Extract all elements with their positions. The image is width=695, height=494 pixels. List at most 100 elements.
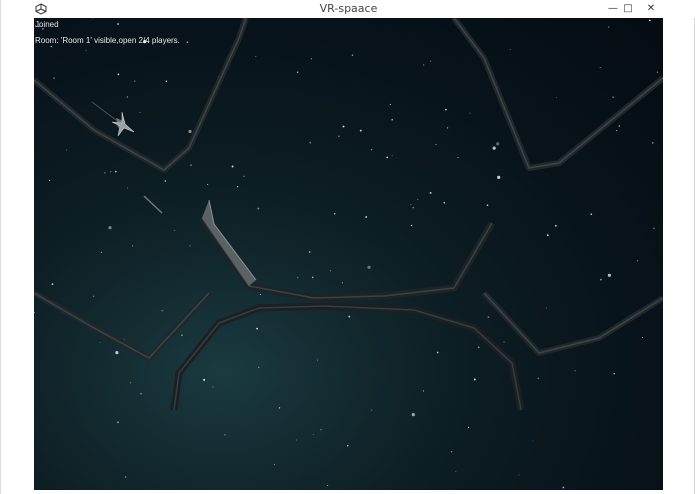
star: [131, 245, 134, 247]
star: [391, 155, 393, 157]
star: [351, 54, 354, 56]
star: [574, 370, 576, 372]
star: [443, 201, 446, 204]
hud-room-info: Room: 'Room 1' visible,open 2/4 players.: [35, 36, 180, 45]
star: [165, 80, 168, 83]
star: [486, 204, 489, 207]
star: [455, 471, 457, 472]
star: [411, 413, 415, 417]
star: [607, 26, 610, 28]
star: [115, 351, 119, 355]
star: [259, 294, 261, 295]
star: [256, 327, 258, 330]
star: [562, 486, 565, 489]
star: [348, 315, 351, 318]
star: [417, 198, 419, 200]
star: [636, 260, 639, 262]
star: [600, 278, 602, 281]
star: [389, 103, 391, 106]
star: [99, 341, 101, 343]
star: [532, 440, 534, 442]
star: [436, 351, 439, 354]
star: [278, 407, 281, 409]
star: [255, 56, 257, 58]
star: [467, 426, 470, 429]
star: [85, 49, 87, 51]
star: [139, 111, 141, 114]
maximize-icon: □: [623, 2, 633, 14]
window-title: VR-spaace: [319, 2, 378, 15]
star: [51, 283, 54, 285]
star: [224, 433, 226, 436]
star: [100, 251, 102, 253]
star: [110, 171, 112, 173]
nebula-glow: [34, 18, 663, 490]
star: [333, 212, 336, 215]
star: [311, 276, 314, 279]
star: [181, 334, 183, 336]
star: [338, 135, 340, 138]
star: [231, 165, 234, 168]
star: [618, 125, 620, 127]
star: [451, 451, 453, 453]
star: [347, 445, 349, 447]
star: [330, 270, 331, 272]
space-scene: [34, 18, 663, 490]
star: [296, 71, 299, 74]
star: [435, 144, 437, 145]
star: [537, 377, 540, 380]
star: [108, 226, 112, 230]
star: [445, 108, 447, 111]
star: [309, 141, 312, 144]
star: [503, 341, 505, 343]
title-bar[interactable]: VR-spaace — □ ✕: [1, 0, 695, 18]
star: [518, 474, 520, 476]
star: [487, 316, 490, 318]
star: [316, 359, 318, 361]
star: [207, 184, 209, 185]
star: [341, 282, 344, 284]
star: [114, 170, 117, 173]
star: [129, 382, 132, 384]
star: [189, 245, 191, 247]
star: [423, 64, 425, 66]
star: [473, 378, 476, 381]
star: [429, 191, 432, 194]
game-viewport[interactable]: Joined Room: 'Room 1' visible,open 2/4 p…: [34, 18, 663, 490]
star: [545, 307, 547, 309]
close-button[interactable]: ✕: [639, 0, 663, 16]
star: [124, 476, 127, 478]
star: [273, 463, 276, 466]
star: [53, 77, 56, 80]
star: [651, 142, 654, 144]
star: [320, 429, 322, 431]
star: [123, 339, 125, 341]
maximize-button[interactable]: □: [617, 0, 639, 16]
star: [613, 373, 615, 375]
star: [186, 41, 188, 43]
star: [555, 97, 557, 99]
star: [295, 439, 297, 441]
star: [117, 73, 120, 76]
star: [477, 346, 480, 349]
star: [34, 311, 36, 314]
star: [359, 129, 362, 132]
star: [117, 421, 119, 424]
star: [554, 224, 557, 227]
star: [447, 127, 449, 129]
hud-status: Joined: [35, 20, 59, 29]
star: [297, 277, 299, 279]
star: [66, 149, 68, 151]
star: [243, 175, 245, 178]
star: [422, 390, 425, 392]
star: [365, 216, 368, 218]
star: [50, 45, 52, 48]
star: [257, 207, 260, 210]
star: [174, 230, 176, 232]
star: [49, 179, 51, 181]
star: [429, 60, 432, 62]
star: [140, 392, 142, 395]
star: [104, 172, 106, 174]
star: [203, 378, 206, 381]
star: [126, 96, 129, 98]
